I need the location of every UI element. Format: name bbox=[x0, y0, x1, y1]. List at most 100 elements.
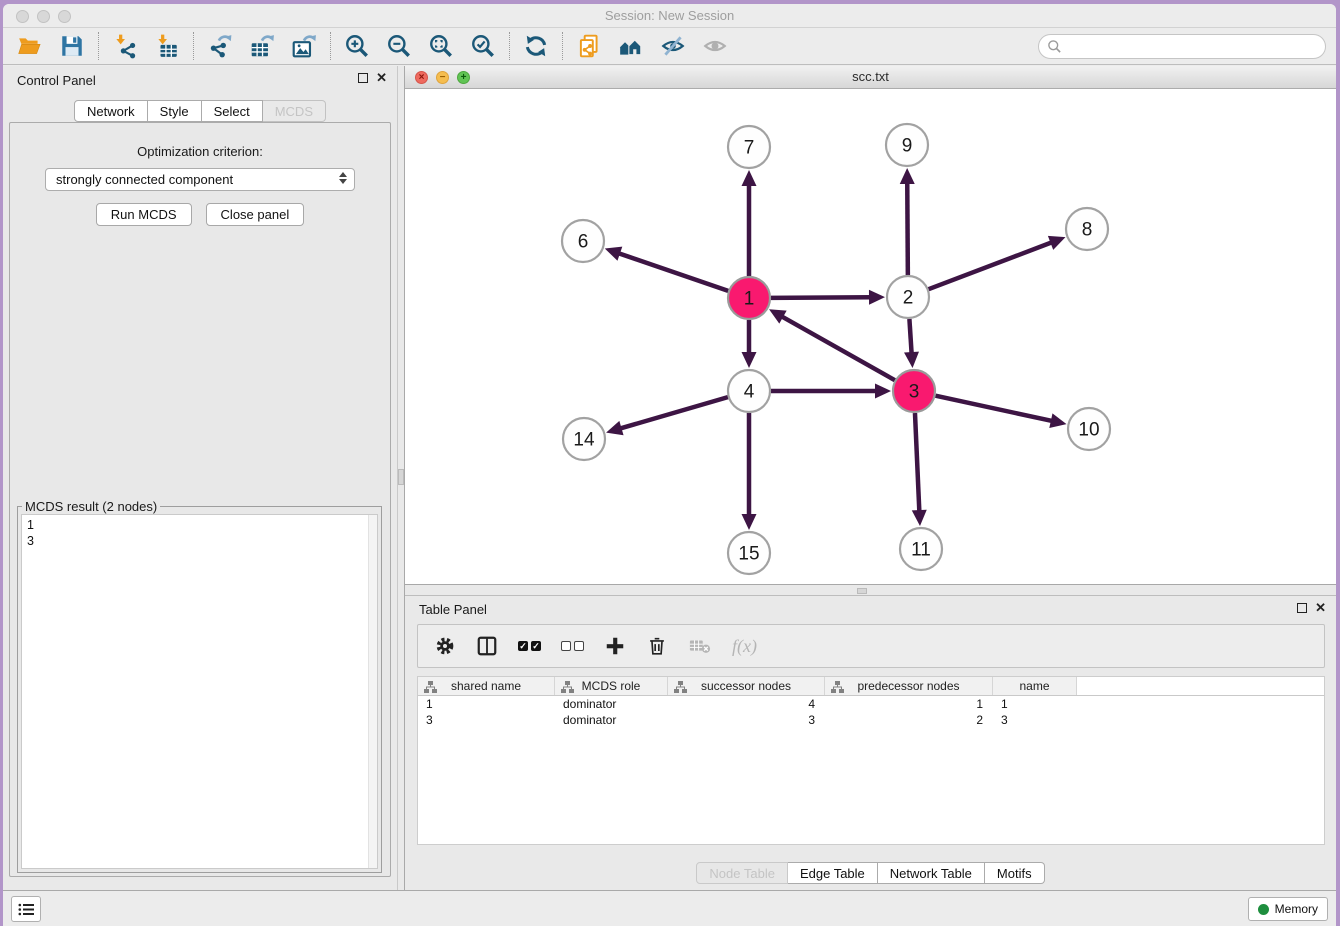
table-row[interactable]: 1dominator411 bbox=[418, 696, 1324, 712]
zoom-fit-button[interactable] bbox=[426, 31, 456, 61]
minimize-window-button[interactable] bbox=[37, 10, 50, 23]
export-table-button[interactable] bbox=[247, 31, 277, 61]
tab-network-table[interactable]: Network Table bbox=[878, 862, 985, 884]
network-maximize-button[interactable]: + bbox=[457, 71, 470, 84]
table-cell[interactable]: 2 bbox=[825, 712, 993, 728]
graph-edge-2-8[interactable] bbox=[929, 242, 1054, 289]
export-image-button[interactable] bbox=[289, 31, 319, 61]
table-cell[interactable]: 1 bbox=[993, 696, 1077, 712]
table-cell[interactable]: 3 bbox=[418, 712, 555, 728]
close-panel-icon[interactable]: ✕ bbox=[1315, 602, 1326, 614]
save-floppy-icon bbox=[59, 33, 85, 59]
graph-edge-2-3[interactable] bbox=[909, 319, 911, 355]
graph-arrowhead bbox=[1049, 413, 1066, 428]
maximize-window-button[interactable] bbox=[58, 10, 71, 23]
tab-node-table[interactable]: Node Table bbox=[696, 862, 788, 884]
network-canvas[interactable]: 7968124314101511 bbox=[405, 89, 1336, 584]
checked-box-icon: ✓ bbox=[518, 641, 528, 651]
column-header-label: name bbox=[993, 677, 1076, 695]
memory-button[interactable]: Memory bbox=[1248, 897, 1328, 921]
result-scrollbar[interactable] bbox=[368, 515, 377, 868]
run-mcds-button[interactable]: Run MCDS bbox=[96, 203, 192, 226]
plus-icon bbox=[604, 635, 626, 657]
network-close-button[interactable]: × bbox=[415, 71, 428, 84]
table-cell[interactable]: 3 bbox=[993, 712, 1077, 728]
table-cell[interactable]: dominator bbox=[555, 712, 668, 728]
tab-motifs[interactable]: Motifs bbox=[985, 862, 1045, 884]
panel-splitter-horizontal[interactable] bbox=[405, 584, 1336, 596]
session-title: Session: New Session bbox=[3, 4, 1336, 28]
graph-edge-1-2[interactable] bbox=[771, 297, 872, 298]
graph-edge-1-6[interactable] bbox=[617, 253, 728, 291]
show-column-panel-button[interactable] bbox=[476, 632, 498, 660]
eye-slash-icon bbox=[660, 33, 686, 59]
duplicate-network-button[interactable] bbox=[574, 31, 604, 61]
search-input[interactable] bbox=[1062, 39, 1317, 54]
select-all-columns-button[interactable]: ✓✓ bbox=[518, 632, 541, 660]
graph-edge-4-14[interactable] bbox=[619, 397, 728, 429]
search-icon bbox=[1047, 39, 1062, 54]
import-table-button[interactable] bbox=[152, 31, 182, 61]
open-session-button[interactable] bbox=[15, 31, 45, 61]
search-box[interactable] bbox=[1038, 34, 1326, 59]
table-cell[interactable]: 1 bbox=[825, 696, 993, 712]
add-column-button[interactable] bbox=[604, 632, 626, 660]
tab-mcds[interactable]: MCDS bbox=[263, 100, 326, 122]
optimization-criterion-label: Optimization criterion: bbox=[10, 144, 390, 159]
tab-edge-table[interactable]: Edge Table bbox=[788, 862, 878, 884]
network-minimize-button[interactable]: − bbox=[436, 71, 449, 84]
criterion-select[interactable]: strongly connected component bbox=[45, 168, 355, 191]
table-tabs: Node TableEdge TableNetwork TableMotifs bbox=[405, 862, 1336, 885]
graph-edge-3-11[interactable] bbox=[915, 413, 919, 513]
first-neighbors-button[interactable] bbox=[616, 31, 646, 61]
task-history-button[interactable] bbox=[11, 896, 41, 922]
column-header-name[interactable]: name bbox=[993, 677, 1077, 695]
graph-edge-3-10[interactable] bbox=[935, 396, 1053, 422]
export-network-button[interactable] bbox=[205, 31, 235, 61]
gear-icon bbox=[434, 635, 456, 657]
hide-selected-button[interactable] bbox=[658, 31, 688, 61]
float-panel-icon[interactable] bbox=[358, 73, 368, 83]
column-header-shared-name[interactable]: shared name bbox=[418, 677, 555, 695]
column-header-mcds-role[interactable]: MCDS role bbox=[555, 677, 668, 695]
show-all-button[interactable] bbox=[700, 31, 730, 61]
mcds-result-area[interactable]: 13 bbox=[21, 514, 378, 869]
tab-select[interactable]: Select bbox=[202, 100, 263, 122]
import-network-button[interactable] bbox=[110, 31, 140, 61]
column-header-label: shared name bbox=[418, 677, 554, 695]
table-cell[interactable]: dominator bbox=[555, 696, 668, 712]
tab-network[interactable]: Network bbox=[74, 100, 148, 122]
splitter-handle[interactable] bbox=[857, 588, 867, 594]
function-builder-button[interactable]: f(x) bbox=[732, 632, 757, 660]
unchecked-box-icon bbox=[561, 641, 571, 651]
panel-splitter-vertical[interactable] bbox=[397, 66, 405, 890]
refresh-style-button[interactable] bbox=[521, 31, 551, 61]
delete-columns-button[interactable] bbox=[646, 632, 668, 660]
tab-style[interactable]: Style bbox=[148, 100, 202, 122]
table-row[interactable]: 3dominator323 bbox=[418, 712, 1324, 728]
zoom-in-button[interactable] bbox=[342, 31, 372, 61]
table-cell[interactable]: 1 bbox=[418, 696, 555, 712]
memory-label: Memory bbox=[1275, 902, 1318, 916]
column-header-predecessor-nodes[interactable]: predecessor nodes bbox=[825, 677, 993, 695]
save-session-button[interactable] bbox=[57, 31, 87, 61]
list-icon bbox=[18, 903, 35, 916]
delete-table-button[interactable] bbox=[688, 632, 712, 660]
graph-edge-3-1[interactable] bbox=[780, 316, 894, 381]
hierarchy-icon bbox=[674, 681, 687, 693]
float-panel-icon[interactable] bbox=[1297, 603, 1307, 613]
close-panel-icon[interactable]: ✕ bbox=[376, 72, 387, 84]
close-window-button[interactable] bbox=[16, 10, 29, 23]
zoom-selected-button[interactable] bbox=[468, 31, 498, 61]
splitter-handle[interactable] bbox=[398, 469, 404, 485]
column-header-successor-nodes[interactable]: successor nodes bbox=[668, 677, 825, 695]
close-panel-button[interactable]: Close panel bbox=[206, 203, 305, 226]
table-cell[interactable]: 4 bbox=[668, 696, 825, 712]
graph-arrowhead bbox=[742, 170, 757, 186]
criterion-value: strongly connected component bbox=[56, 172, 233, 187]
zoom-out-button[interactable] bbox=[384, 31, 414, 61]
deselect-all-columns-button[interactable] bbox=[561, 632, 584, 660]
table-cell[interactable]: 3 bbox=[668, 712, 825, 728]
graph-edge-2-9[interactable] bbox=[907, 181, 908, 275]
table-options-gear-button[interactable] bbox=[434, 632, 456, 660]
